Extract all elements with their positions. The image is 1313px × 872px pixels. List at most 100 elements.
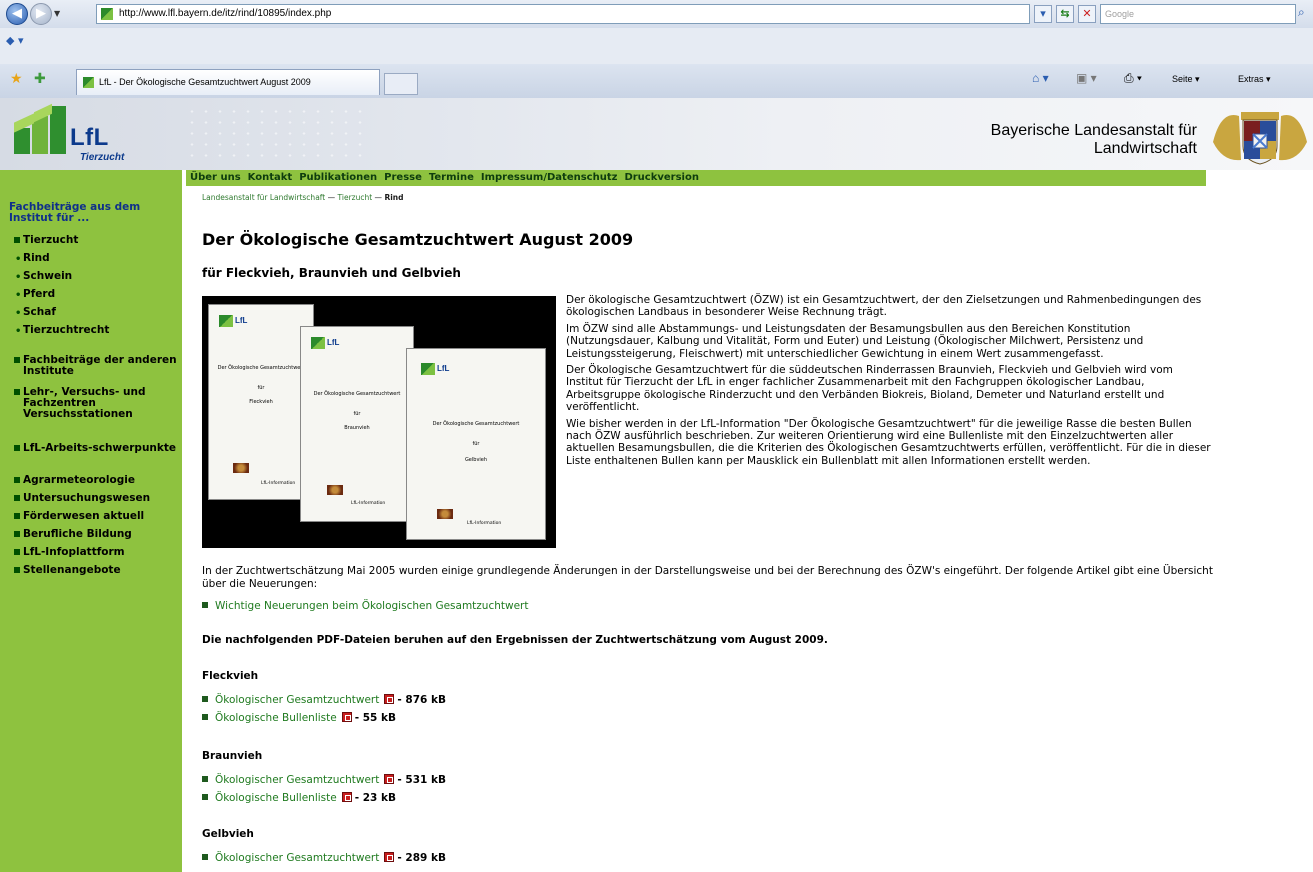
logo-text: LfL xyxy=(70,124,109,151)
download-row: Ökologische Bullenliste - 55 kB xyxy=(202,712,396,724)
sidebar-item-pferd[interactable]: • Pferd xyxy=(9,289,179,302)
sidebar-item-teaching-centers[interactable]: Lehr-, Versuchs- und Fachzentren Versuch… xyxy=(9,387,179,420)
breadcrumb-separator: — xyxy=(374,193,383,202)
sidebar-item-tierzuchtrecht[interactable]: • Tierzuchtrecht xyxy=(9,325,179,338)
cow-photo-icon xyxy=(327,485,343,495)
address-dropdown-button[interactable]: ▾ xyxy=(1034,5,1052,23)
intro-paragraph-1: Der ökologische Gesamtzuchtwert (ÖZW) is… xyxy=(566,294,1202,319)
brochure-breed: Gelbvieh xyxy=(464,457,488,463)
download-link-braunvieh-bulls[interactable]: Ökologische Bullenliste xyxy=(215,792,337,804)
page-subtitle: für Fleckvieh, Braunvieh und Gelbvieh xyxy=(202,266,461,280)
sidebar-item-funding[interactable]: Förderwesen aktuell xyxy=(9,511,179,522)
site-header: LfL Tierzucht Bayerische Landesanstalt f… xyxy=(0,98,1313,170)
download-row: Ökologischer Gesamtzuchtwert - 289 kB xyxy=(202,852,446,864)
pdf-icon[interactable] xyxy=(384,852,395,862)
sidebar-item-label: Lehr-, Versuchs- und Fachzentren Versuch… xyxy=(23,386,146,420)
sidebar-item-testing[interactable]: Untersuchungswesen xyxy=(9,493,179,504)
logo-mark-icon xyxy=(14,103,66,156)
top-nav-imprint[interactable]: Impressum/Datenschutz xyxy=(481,170,618,186)
sidebar-item-label: Schaf xyxy=(23,306,56,318)
lfl-logo-icon xyxy=(311,337,325,349)
download-link-gelbvieh-ozw[interactable]: Ökologischer Gesamtzuchtwert xyxy=(215,852,379,864)
sidebar-item-jobs[interactable]: Stellenangebote xyxy=(9,565,179,576)
download-link-braunvieh-ozw[interactable]: Ökologischer Gesamtzuchtwert xyxy=(215,774,379,786)
address-input[interactable]: http://www.lfl.bayern.de/itz/rind/10895/… xyxy=(96,4,1030,24)
sidebar-item-label: Tierzucht xyxy=(23,234,79,246)
brochure-info-label: LfL-Information xyxy=(467,521,502,526)
page-menu[interactable]: Seite ▾ xyxy=(1172,74,1200,85)
tab-row: ★ ✚ LfL - Der Ökologische Gesamtzuchtwer… xyxy=(0,64,1313,98)
dot-bullet-icon: • xyxy=(15,272,22,283)
sidebar-item-other-institutes[interactable]: Fachbeiträge der anderen Institute xyxy=(9,355,179,377)
address-url[interactable]: http://www.lfl.bayern.de/itz/rind/10895/… xyxy=(119,8,331,19)
section-heading-braunvieh: Braunvieh xyxy=(202,750,263,762)
sidebar-item-work-focus[interactable]: LfL-Arbeits-schwerpunkte xyxy=(9,443,179,454)
sidebar-item-label: Agrarmeteorologie xyxy=(23,474,135,486)
sidebar-item-vocational-training[interactable]: Berufliche Bildung xyxy=(9,529,179,540)
top-nav-print-version[interactable]: Druckversion xyxy=(624,170,699,186)
file-size: - 531 kB xyxy=(397,774,446,786)
stop-icon[interactable]: ✕ xyxy=(1078,5,1096,23)
home-icon[interactable]: ⌂ ▾ xyxy=(1032,71,1049,85)
top-nav-press[interactable]: Presse xyxy=(384,170,422,186)
download-row: Ökologischer Gesamtzuchtwert - 876 kB xyxy=(202,694,446,706)
cow-photo-icon xyxy=(233,463,249,473)
top-nav-publications[interactable]: Publikationen xyxy=(299,170,377,186)
add-favorite-icon[interactable]: ✚ xyxy=(34,71,46,87)
sidebar-item-agrometeorology[interactable]: Agrarmeteorologie xyxy=(9,475,179,486)
brochure-info-label: LfL-Information xyxy=(351,501,386,506)
news-link[interactable]: Wichtige Neuerungen beim Ökologischen Ge… xyxy=(215,600,528,612)
page-title: Der Ökologische Gesamtzuchtwert August 2… xyxy=(202,230,634,249)
pdf-icon[interactable] xyxy=(384,694,395,704)
favorites-star-icon[interactable]: ★ xyxy=(10,71,23,87)
file-size: - 876 kB xyxy=(397,694,446,706)
download-link-fleckvieh-bulls[interactable]: Ökologische Bullenliste xyxy=(215,712,337,724)
changes-note: In der Zuchtwertschätzung Mai 2005 wurde… xyxy=(202,565,1213,590)
sidebar-item-schaf[interactable]: • Schaf xyxy=(9,306,179,320)
sidebar-item-info-platform[interactable]: LfL-Infoplattform xyxy=(9,547,179,558)
search-input[interactable]: Google xyxy=(1100,4,1296,24)
sidebar-item-rind[interactable]: • Rind xyxy=(9,253,179,266)
download-row: Ökologischer Gesamtzuchtwert - 531 kB xyxy=(202,774,446,786)
square-bullet-icon xyxy=(202,794,208,800)
intro-paragraph-4: Wie bisher werden in der LfL-Information… xyxy=(566,417,1211,467)
pdf-icon[interactable] xyxy=(341,712,352,722)
news-link-row: Wichtige Neuerungen beim Ökologischen Ge… xyxy=(202,600,528,612)
brochure-cover-fleckvieh: LfL Der Ökologische Gesamtzuchtwert für … xyxy=(208,304,314,500)
extras-menu[interactable]: Extras ▾ xyxy=(1238,74,1271,85)
top-nav-contact[interactable]: Kontakt xyxy=(248,170,293,186)
square-bullet-icon xyxy=(14,477,20,483)
breadcrumb-item-tierzucht[interactable]: Tierzucht xyxy=(338,193,373,202)
breadcrumb-separator: — xyxy=(327,193,336,202)
breadcrumb-item-lfl[interactable]: Landesanstalt für Landwirtschaft xyxy=(202,193,325,202)
brochure-title: Der Ökologische Gesamtzuchtwert xyxy=(313,391,401,397)
intro-text: Der ökologische Gesamtzuchtwert (ÖZW) is… xyxy=(566,294,1212,471)
pdf-icon[interactable] xyxy=(384,774,395,784)
browser-tab[interactable]: LfL - Der Ökologische Gesamtzuchtwert Au… xyxy=(76,69,380,95)
top-nav-about[interactable]: Über uns xyxy=(190,170,241,186)
print-icon[interactable]: ⎙ ▾ xyxy=(1124,71,1142,86)
search-placeholder: Google xyxy=(1105,9,1135,19)
back-button[interactable]: ◀ xyxy=(6,3,28,25)
sidebar-item-tierzucht[interactable]: Tierzucht xyxy=(9,235,179,246)
new-tab-button[interactable] xyxy=(384,73,418,95)
feeds-icon[interactable]: ▣ ▾ xyxy=(1076,71,1097,85)
download-link-fleckvieh-ozw[interactable]: Ökologischer Gesamtzuchtwert xyxy=(215,694,379,706)
address-bar-row: ◀ ▶ ▼ http://www.lfl.bayern.de/itz/rind/… xyxy=(0,0,1313,28)
pdf-icon[interactable] xyxy=(341,792,352,802)
dot-bullet-icon: • xyxy=(15,254,22,265)
top-navigation: Über uns Kontakt Publikationen Presse Te… xyxy=(186,170,1206,186)
sidebar-item-schwein[interactable]: • Schwein xyxy=(9,271,179,284)
browser-chrome: ◀ ▶ ▼ http://www.lfl.bayern.de/itz/rind/… xyxy=(0,0,1313,98)
lfl-logo[interactable]: LfL Tierzucht xyxy=(14,102,164,166)
top-nav-list: Über uns Kontakt Publikationen Presse Te… xyxy=(186,170,1206,186)
brochure-covers-image: LfL Der Ökologische Gesamtzuchtwert für … xyxy=(202,296,556,548)
history-dropdown-icon[interactable]: ▼ xyxy=(54,9,60,18)
forward-button[interactable]: ▶ xyxy=(30,3,52,25)
site-menu-icon[interactable]: ◆ ▾ xyxy=(6,34,23,47)
search-icon[interactable]: ⌕ xyxy=(1298,5,1305,20)
top-nav-dates[interactable]: Termine xyxy=(429,170,474,186)
refresh-icon[interactable]: ⇆ xyxy=(1056,5,1074,23)
dot-bullet-icon: • xyxy=(15,308,22,319)
tab-title: LfL - Der Ökologische Gesamtzuchtwert Au… xyxy=(99,77,311,87)
